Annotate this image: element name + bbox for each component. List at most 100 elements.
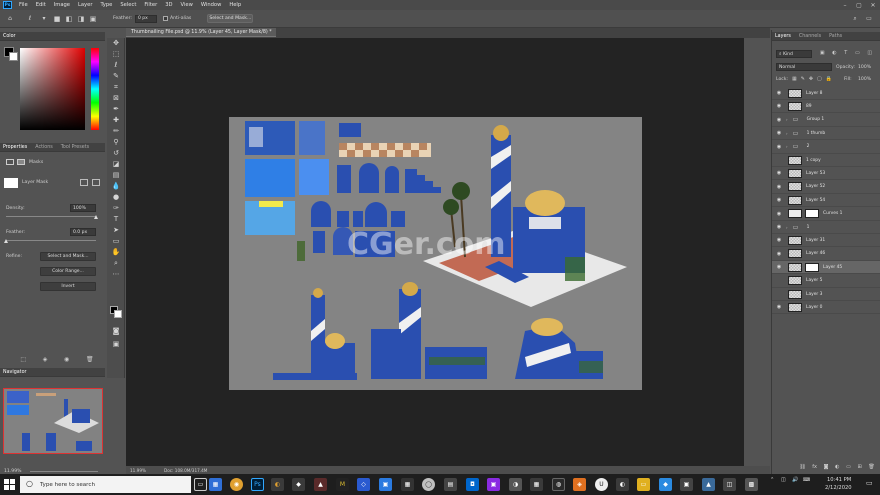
- lock-transparent-icon[interactable]: ▦: [792, 76, 797, 83]
- quick-mask-icon[interactable]: ◙: [107, 326, 125, 337]
- link-layers-icon[interactable]: ⛓: [799, 464, 805, 472]
- tray-chevron-icon[interactable]: ⌃: [770, 477, 774, 483]
- visibility-eye-icon[interactable]: ◉: [775, 264, 783, 270]
- healing-brush-icon[interactable]: ✚: [107, 115, 125, 126]
- layer-mask-thumbnail[interactable]: [805, 262, 819, 272]
- navigator-preview[interactable]: [3, 388, 103, 454]
- search-icon[interactable]: ⌕: [850, 15, 860, 23]
- network-icon[interactable]: ◫: [781, 477, 786, 483]
- layer-row[interactable]: ◉ Layer 31: [772, 234, 880, 248]
- layer-row[interactable]: ◉ Layer 0: [772, 301, 880, 315]
- antialias-checkbox[interactable]: Anti-alias: [162, 16, 191, 21]
- lock-artboard-icon[interactable]: ▢: [817, 76, 822, 83]
- apply-mask-icon[interactable]: ◈: [43, 356, 48, 364]
- visibility-eye-icon[interactable]: ◉: [775, 103, 783, 109]
- tab-layers[interactable]: Layers: [775, 34, 791, 39]
- layer-row[interactable]: ◉ Layer 52: [772, 181, 880, 194]
- clock-time[interactable]: 10:41 PM: [827, 477, 851, 483]
- minimize-icon[interactable]: –: [838, 0, 852, 10]
- visibility-eye-icon[interactable]: ◉: [775, 144, 783, 150]
- layer-row[interactable]: ◉ › ▭ 2: [772, 141, 880, 154]
- blur-tool-icon[interactable]: 💧: [107, 181, 125, 192]
- menu-edit[interactable]: Edit: [32, 2, 50, 8]
- kind-filter-select[interactable]: ⌕ Kind: [776, 50, 812, 58]
- layer-row[interactable]: ◉ Layer 53: [772, 167, 880, 181]
- intersect-selection-icon[interactable]: ▣: [89, 15, 97, 23]
- menu-window[interactable]: Window: [197, 2, 225, 8]
- color-range-button[interactable]: Color Range...: [40, 267, 96, 276]
- unreal-engine-icon[interactable]: U: [595, 478, 608, 491]
- load-selection-icon[interactable]: ⬚: [20, 356, 26, 364]
- more-tools-icon[interactable]: ⋯: [107, 269, 125, 280]
- visibility-icon[interactable]: ◉: [64, 356, 69, 364]
- add-mask-icon[interactable]: ◙: [824, 464, 829, 472]
- taskbar-app-icon[interactable]: ◈: [573, 478, 586, 491]
- layer-row[interactable]: 1 copy: [772, 154, 880, 167]
- taskbar-app-icon[interactable]: ▲: [702, 478, 715, 491]
- taskbar-app-icon[interactable]: ▣: [487, 478, 500, 491]
- frame-tool-icon[interactable]: ⊠: [107, 93, 125, 104]
- layer-row[interactable]: Layer 5: [772, 275, 880, 288]
- feather-slider-thumb[interactable]: [4, 239, 8, 243]
- feather-slider-track[interactable]: [6, 240, 96, 241]
- move-tool-icon[interactable]: ✥: [107, 38, 125, 49]
- workspace-icon[interactable]: ▭: [864, 15, 874, 23]
- layer-row[interactable]: Layer 3: [772, 288, 880, 301]
- tab-tool-presets[interactable]: Tool Presets: [61, 145, 89, 150]
- chevron-down-icon[interactable]: ▾: [39, 15, 49, 23]
- pen-tool-icon[interactable]: ✑: [107, 203, 125, 214]
- layer-row[interactable]: ◉ Layer 46: [772, 248, 880, 261]
- status-zoom[interactable]: 11.99%: [130, 468, 146, 473]
- document-tab[interactable]: Thumbnailing File.psd @ 11.9% (Layer 45,…: [126, 28, 276, 37]
- visibility-eye-icon[interactable]: ◉: [775, 211, 783, 217]
- visibility-eye-icon[interactable]: ◉: [775, 117, 783, 123]
- path-select-icon[interactable]: ➤: [107, 225, 125, 236]
- subtract-selection-icon[interactable]: ◨: [77, 15, 85, 23]
- select-and-mask-button[interactable]: Select and Mask...: [207, 14, 254, 23]
- feather-prop-input[interactable]: 0.0 px: [70, 228, 96, 236]
- visibility-eye-icon[interactable]: ◉: [775, 237, 783, 243]
- filter-pixel-icon[interactable]: ▣: [820, 50, 825, 58]
- background-color-swatch[interactable]: [9, 52, 18, 61]
- menu-view[interactable]: View: [177, 2, 197, 8]
- taskbar-app-icon[interactable]: ◍: [552, 478, 565, 491]
- tab-channels[interactable]: Channels: [799, 34, 821, 39]
- visibility-eye-icon[interactable]: ◉: [775, 184, 783, 190]
- keyboard-icon[interactable]: ⌨: [803, 477, 810, 483]
- hue-slider[interactable]: [91, 48, 99, 130]
- chrome-icon[interactable]: ◉: [230, 478, 243, 491]
- new-layer-icon[interactable]: ⊞: [858, 464, 862, 472]
- tab-actions[interactable]: Actions: [35, 145, 53, 150]
- filter-type-icon[interactable]: T: [844, 50, 847, 58]
- document-canvas[interactable]: CGer.com: [229, 117, 642, 390]
- taskbar-app-icon[interactable]: ▣: [680, 478, 693, 491]
- chevron-right-icon[interactable]: ›: [786, 131, 788, 136]
- notifications-icon[interactable]: ▭: [866, 479, 873, 487]
- layer-row[interactable]: ◉ › ▭ 1 thumb: [772, 127, 880, 141]
- menu-3d[interactable]: 3D: [161, 2, 176, 8]
- mask-options-icon[interactable]: [80, 179, 88, 186]
- vector-mask-icon[interactable]: [17, 159, 25, 165]
- menu-layer[interactable]: Layer: [74, 2, 96, 8]
- close-icon[interactable]: ✕: [866, 0, 880, 10]
- lock-pixels-icon[interactable]: ✎: [801, 76, 805, 83]
- eyedropper-tool-icon[interactable]: ✒: [107, 104, 125, 115]
- taskbar-app-icon[interactable]: ▦: [209, 478, 222, 491]
- layer-row[interactable]: ◉ Layer 8: [772, 87, 880, 100]
- layer-row[interactable]: ◉ Layer 54: [772, 194, 880, 208]
- trash-icon[interactable]: 🗑: [86, 356, 94, 364]
- menu-image[interactable]: Image: [50, 2, 74, 8]
- layer-row[interactable]: ◉ Layer 45: [772, 261, 880, 275]
- taskbar-app-icon[interactable]: ▩: [745, 478, 758, 491]
- menu-file[interactable]: File: [15, 2, 32, 8]
- lasso-tool-icon[interactable]: ℓ: [25, 15, 35, 23]
- pixel-mask-icon[interactable]: [6, 159, 14, 165]
- taskbar-app-icon[interactable]: ▦: [530, 478, 543, 491]
- vector-add-icon[interactable]: [92, 179, 100, 186]
- blender-icon[interactable]: ◐: [271, 478, 284, 491]
- navigator-zoom-slider[interactable]: [30, 471, 98, 472]
- eraser-tool-icon[interactable]: ◪: [107, 159, 125, 170]
- visibility-eye-icon[interactable]: ◉: [775, 90, 783, 96]
- file-explorer-icon[interactable]: ▭: [637, 478, 650, 491]
- marquee-tool-icon[interactable]: ⬚: [107, 49, 125, 60]
